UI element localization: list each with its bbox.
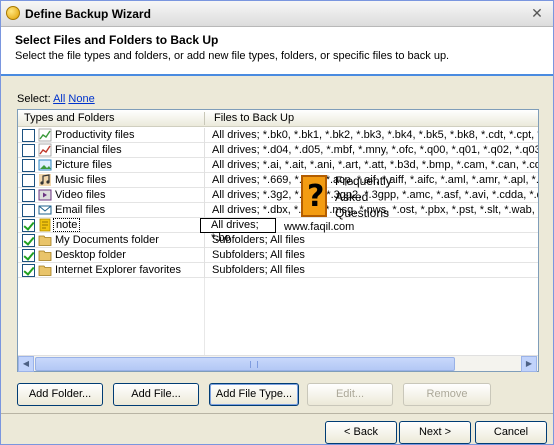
header-divider: [1, 74, 553, 76]
chart-icon: [38, 128, 52, 142]
scroll-left-icon[interactable]: ◀: [18, 356, 34, 372]
folder-icon: [38, 250, 52, 261]
row-checkbox[interactable]: [22, 234, 35, 247]
video-icon: [38, 189, 52, 201]
note-icon: [39, 218, 51, 232]
cell-divider: [204, 173, 205, 188]
next-button[interactable]: Next >: [399, 421, 471, 444]
row-name: Internet Explorer favorites: [55, 264, 181, 276]
table-row[interactable]: note All drives; *.bo: [18, 218, 538, 244]
cell-divider: [204, 143, 205, 158]
financial-chart-icon: [38, 143, 52, 157]
table-row[interactable]: Video filesAll drives; *.3g2, *.3gp, *.3…: [18, 188, 538, 203]
select-none-link[interactable]: None: [68, 93, 94, 105]
scroll-right-icon[interactable]: ▶: [521, 356, 537, 372]
row-name: Productivity files: [55, 129, 135, 141]
cell-divider: [204, 263, 205, 278]
row-checkbox[interactable]: [22, 144, 35, 157]
file-types-table: Types and Folders Files to Back Up Produ…: [17, 109, 539, 372]
column-header-files[interactable]: Files to Back Up: [214, 112, 294, 124]
add-file-type-button[interactable]: Add File Type...: [209, 383, 299, 406]
cell-divider: [204, 203, 205, 218]
row-name: Financial files: [55, 144, 122, 156]
add-file-button[interactable]: Add File...: [113, 383, 199, 406]
watermark-url: www.faqil.com: [284, 221, 355, 233]
watermark-line-2: Asked: [335, 190, 369, 204]
row-files: All drives; *.d04, *.d05, *.mbf, *.mny, …: [212, 144, 538, 156]
table-row[interactable]: Picture files All drives; *.ai, *.ait, *.…: [18, 158, 538, 173]
remove-button[interactable]: Remove: [403, 383, 491, 406]
row-checkbox[interactable]: [22, 159, 35, 172]
cell-divider: [204, 128, 205, 143]
row-files: Subfolders; All files: [212, 264, 305, 276]
row-files: Subfolders; All files: [212, 234, 305, 246]
folder-icon: [38, 265, 52, 276]
select-label: Select:: [17, 93, 51, 105]
wizard-window: Define Backup Wizard ✕ Select Files and …: [0, 0, 554, 445]
cell-divider: [204, 158, 205, 173]
row-name: Picture files: [55, 159, 112, 171]
add-folder-button[interactable]: Add Folder...: [17, 383, 103, 406]
row-checkbox[interactable]: [22, 189, 35, 202]
table-row[interactable]: My Documents folder Subfolders; All files: [18, 233, 538, 248]
watermark-line-1: Frequently: [335, 174, 392, 188]
row-name: My Documents folder: [55, 234, 159, 246]
page-subtitle: Select the file types and folders, or ad…: [15, 50, 450, 62]
cell-divider: [204, 188, 205, 203]
app-icon: [6, 6, 20, 20]
back-button[interactable]: < Back: [325, 421, 397, 444]
column-header-types[interactable]: Types and Folders: [24, 112, 115, 124]
row-checkbox[interactable]: [22, 174, 35, 187]
row-checkbox[interactable]: [22, 264, 35, 277]
page-title: Select Files and Folders to Back Up: [15, 33, 219, 47]
table-row[interactable]: Email filesAll drives; *.dbx, *.eml, *.m…: [18, 203, 538, 218]
row-files: All drives; *.ai, *.ait, *.ani, *.art, *…: [212, 159, 538, 171]
email-icon: [38, 205, 52, 215]
row-checkbox[interactable]: [22, 219, 35, 232]
row-name: Music files: [55, 174, 107, 186]
footer-divider: [1, 413, 553, 414]
title-bar: Define Backup Wizard ✕: [1, 1, 553, 27]
folder-icon: [38, 235, 52, 246]
files-edit-field[interactable]: All drives; *.bo: [200, 218, 276, 244]
grip-icon: [250, 361, 258, 368]
table-row[interactable]: Financial files All drives; *.d04, *.d05,…: [18, 143, 538, 158]
select-all-link[interactable]: All: [53, 93, 65, 105]
row-name: Video files: [55, 189, 106, 201]
wizard-header: Select Files and Folders to Back Up Sele…: [1, 27, 553, 75]
cell-divider: [204, 248, 205, 263]
table-row[interactable]: Internet Explorer favorites Subfolders; A…: [18, 263, 538, 278]
column-divider[interactable]: [204, 112, 205, 125]
faq-watermark: Frequently Asked Questions: [335, 173, 392, 221]
table-row[interactable]: Music filesAll drives; *.669, *.aac, *.a…: [18, 173, 538, 188]
scrollbar-thumb[interactable]: [35, 357, 455, 371]
row-files: Subfolders; All files: [212, 249, 305, 261]
cell-divider: [204, 233, 205, 248]
cancel-button[interactable]: Cancel: [475, 421, 547, 444]
watermark-line-3: Questions: [335, 206, 390, 220]
edit-button[interactable]: Edit...: [307, 383, 393, 406]
window-title: Define Backup Wizard: [25, 7, 151, 21]
row-name: Desktop folder: [55, 249, 126, 261]
table-header: Types and Folders Files to Back Up: [18, 110, 538, 127]
column-grid-line: [204, 278, 205, 355]
row-name: note: [53, 218, 81, 232]
row-checkbox[interactable]: [22, 129, 35, 142]
picture-icon: [38, 159, 52, 171]
faq-logo: ?: [301, 175, 327, 217]
row-name: Email files: [55, 204, 106, 216]
question-mark-icon: ?: [307, 179, 325, 214]
row-files: All drives; *.bk0, *.bk1, *.bk2, *.bk3, …: [212, 129, 538, 141]
table-row[interactable]: Desktop folder Subfolders; All files: [18, 248, 538, 263]
music-icon: [39, 174, 51, 186]
select-row: Select: All None: [17, 93, 95, 105]
horizontal-scrollbar[interactable]: ◀ ▶: [18, 355, 538, 372]
table-row[interactable]: Productivity files All drives; *.bk0, *.b…: [18, 128, 538, 143]
close-icon[interactable]: ✕: [527, 4, 547, 22]
row-checkbox[interactable]: [22, 249, 35, 262]
row-checkbox[interactable]: [22, 204, 35, 217]
